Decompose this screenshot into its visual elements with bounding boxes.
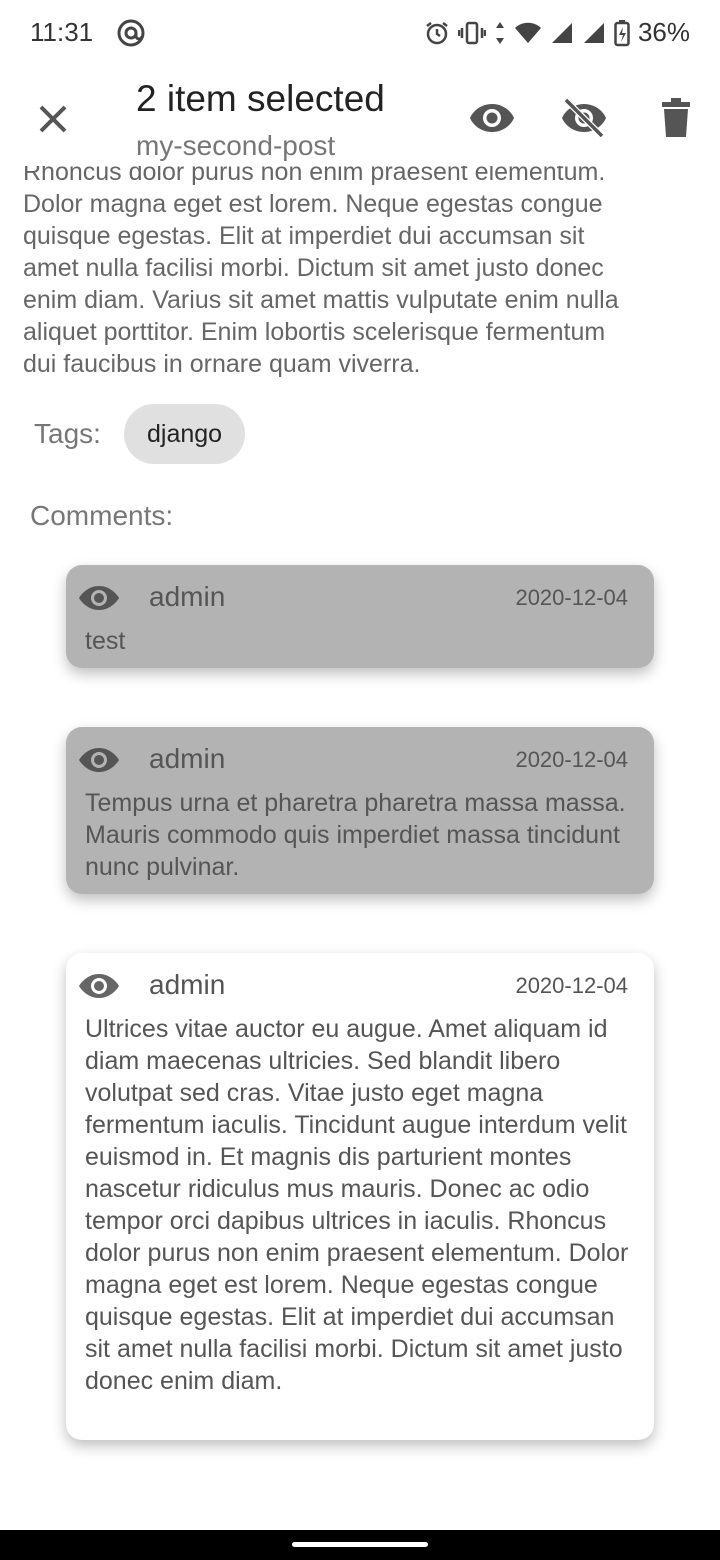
tag-chip-django[interactable]: django	[124, 404, 246, 464]
eye-icon[interactable]	[78, 583, 120, 613]
status-icons: 36%	[424, 17, 690, 48]
battery-percent: 36%	[637, 17, 690, 47]
comment-text: Ultrices vitae auctor eu augue. Amet ali…	[85, 1015, 629, 1395]
battery-charging-icon	[614, 19, 630, 46]
comment-author: admin	[149, 969, 226, 1000]
page-title: 2 item selected	[136, 78, 385, 119]
hide-icon[interactable]	[560, 94, 608, 142]
show-icon[interactable]	[468, 94, 516, 142]
eye-icon[interactable]	[78, 745, 120, 775]
home-gesture-handle[interactable]	[292, 1542, 428, 1547]
navigation-bar	[0, 1530, 720, 1560]
comment-text: test	[85, 627, 126, 655]
alarm-icon	[426, 21, 448, 44]
comment-author: admin	[149, 581, 226, 612]
signal-icon	[551, 22, 572, 43]
signal-icon-2	[583, 22, 604, 43]
at-icon	[117, 19, 145, 47]
comment-date: 2020-12-04	[515, 585, 628, 610]
page-subtitle: my-second-post	[136, 130, 336, 161]
status-time: 11:31	[30, 17, 94, 47]
post-body-text: Rhoncus dolor purus non enim praesent el…	[23, 158, 619, 378]
comment-date: 2020-12-04	[515, 747, 628, 772]
comment-card[interactable]: admin 2020-12-04 Ultrices vitae auctor e…	[66, 953, 654, 1440]
delete-icon[interactable]	[652, 94, 700, 142]
comment-date: 2020-12-04	[515, 973, 628, 998]
eye-icon[interactable]	[78, 971, 120, 1001]
data-arrows-icon	[495, 21, 504, 44]
comment-author: admin	[149, 743, 226, 774]
selection-app-bar: 2 item selected my-second-post	[0, 64, 720, 166]
wifi-icon	[514, 22, 541, 43]
close-icon[interactable]	[30, 96, 76, 142]
comment-card[interactable]: admin 2020-12-04 test	[66, 565, 654, 668]
comment-card[interactable]: admin 2020-12-04 Tempus urna et pharetra…	[66, 727, 654, 894]
comment-text: Tempus urna et pharetra pharetra massa m…	[85, 789, 626, 881]
vibrate-icon	[457, 21, 486, 44]
tags-label: Tags:	[34, 418, 101, 449]
status-bar: 11:31 36%	[0, 0, 720, 64]
comments-label: Comments:	[30, 500, 174, 531]
